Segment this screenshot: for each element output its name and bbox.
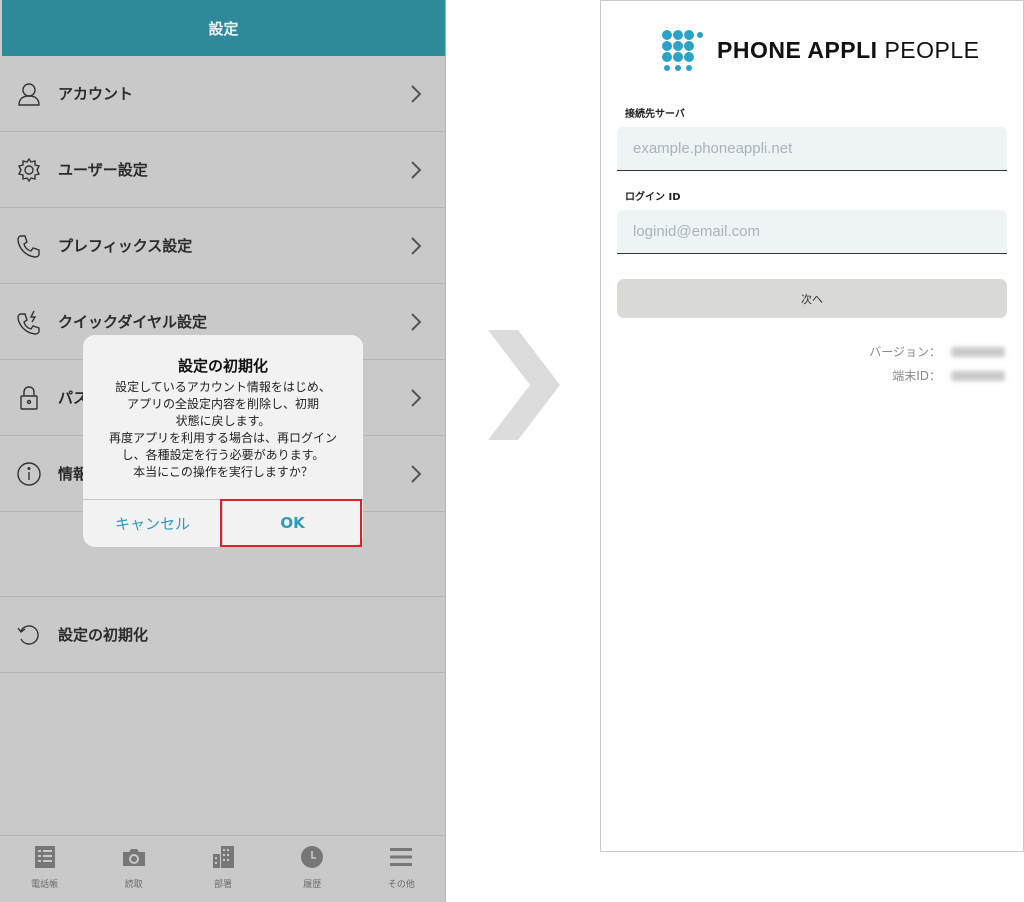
transition-arrow-icon [488,330,560,440]
chevron-right-icon [410,236,422,256]
logo-dots-icon [661,29,703,71]
dialog-message-line: 設定しているアカウント情報をはじめ、 [115,380,331,394]
reset-icon [16,622,42,648]
tab-scan[interactable]: 読取 [89,836,178,902]
settings-screen: 設定 アカウント ユーザー設定 プレフィックス設定 クイックダイヤル設定 パス … [0,0,446,902]
dialog-message-line: アプリの全設定内容を削除し、初期 [126,397,319,411]
device-id-value-blurred [951,370,1005,381]
version-label: バージョン： [869,345,941,359]
menu-item-label: クイックダイヤル設定 [58,313,207,331]
menu-item-account[interactable]: アカウント [0,56,446,132]
version-value-blurred [951,346,1005,357]
camera-icon [121,844,147,870]
cancel-button[interactable]: キャンセル [83,499,222,547]
next-button[interactable]: 次へ [617,279,1007,318]
tab-history[interactable]: 履歴 [268,836,357,902]
logo-text: PHONE APPLI PEOPLE [717,37,980,64]
chevron-right-icon [410,312,422,332]
person-icon [16,81,42,107]
tab-label: 電話帳 [31,880,59,890]
tab-label: その他 [387,880,415,890]
login-screen: PHONE APPLI PEOPLE 接続先サーバ ログイン ID 次へ バージ… [600,0,1024,852]
menu-item-label: 設定の初期化 [58,626,149,644]
version-row: バージョン： [869,343,1005,360]
dialog-message-line: 状態に戻します。 [175,414,271,428]
tab-label: 読取 [124,880,143,890]
lock-icon [16,385,42,411]
dialog-title: 設定の初期化 [177,357,268,375]
menu-item-label: ユーザー設定 [58,161,148,179]
gear-icon [16,157,42,183]
server-input[interactable] [617,127,1007,171]
phone-quick-icon [16,309,42,335]
device-id-row: 端末ID： [892,367,1005,384]
tab-label: 部署 [214,880,233,890]
menu-item-reset-settings[interactable]: 設定の初期化 [0,597,446,673]
ok-highlight-box [220,499,362,547]
menu-item-user-settings[interactable]: ユーザー設定 [0,132,446,208]
tab-phonebook[interactable]: 電話帳 [0,836,89,902]
logo-text-bold: PHONE APPLI [717,36,878,63]
dialog-message-line: 再度アプリを利用する場合は、再ログイン [108,431,337,445]
chevron-right-icon [410,160,422,180]
brand-logo: PHONE APPLI PEOPLE [661,29,980,71]
login-id-label: ログイン ID [625,192,681,203]
logo-text-light: PEOPLE [884,36,980,63]
dialog-message-line: し、各種設定を行う必要があります。 [121,448,325,462]
menu-item-label: アカウント [58,85,134,103]
device-id-label: 端末ID： [892,369,941,383]
chevron-right-icon [410,464,422,484]
header-title: 設定 [2,0,445,56]
tab-other[interactable]: その他 [357,836,446,902]
chevron-right-icon [410,388,422,408]
dialog-message-line: 本当にこの操作を実行しますか？ [133,465,313,479]
clock-icon [299,844,325,870]
dialog-message: 設定しているアカウント情報をはじめ、 アプリの全設定内容を削除し、初期 状態に戻… [93,379,353,481]
phonebook-icon [32,844,58,870]
menu-item-prefix-settings[interactable]: プレフィックス設定 [0,208,446,284]
menu-icon [388,844,414,870]
login-id-input[interactable] [617,210,1007,254]
building-icon [210,844,236,870]
tab-label: 履歴 [303,880,322,890]
tab-bar: 電話帳 読取 部署 履歴 その他 [0,835,446,902]
server-label: 接続先サーバ [625,109,685,120]
phone-icon [16,233,42,259]
info-icon [16,461,42,487]
chevron-right-icon [410,84,422,104]
menu-item-label: プレフィックス設定 [58,237,193,255]
tab-department[interactable]: 部署 [178,836,267,902]
